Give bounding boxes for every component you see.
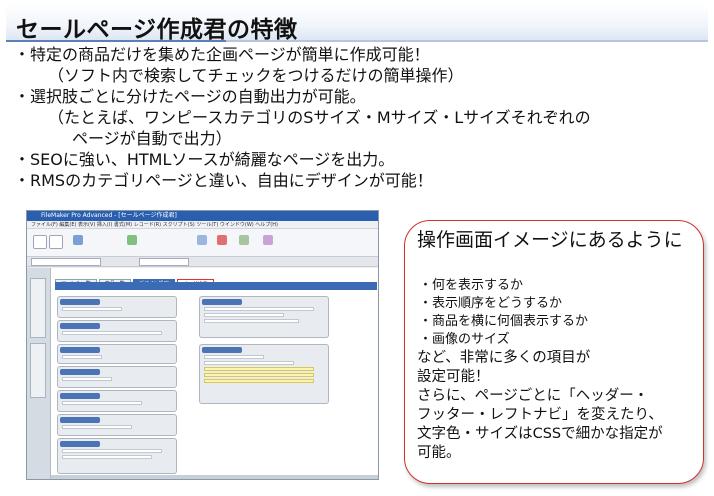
sidebar-tab: [30, 343, 46, 398]
window-title-bar: FileMaker Pro Advanced - [セールページ作成君]: [27, 211, 378, 221]
settings-panel: [57, 438, 177, 474]
callout-line: 可能。: [417, 445, 461, 461]
forward-button: [49, 235, 63, 249]
feature-subtext: （ソフト内で検索してチェックをつけるだけの簡単操作）: [48, 66, 464, 85]
app-body: ジャンル一覧商品一覧デザイン設定ページ出力: [27, 268, 378, 479]
panel-field: [62, 425, 132, 429]
settings-panel: [57, 414, 177, 436]
callout-item: ・商品を横に何個表示するか: [419, 314, 589, 329]
callout-box: 操作画面イメージにあるように ・何を表示するか ・表示順序をどうするか ・商品を…: [404, 220, 704, 484]
panel-field: [62, 331, 162, 335]
panel-header: [202, 347, 242, 353]
toolbar: [27, 229, 378, 257]
feature-item: ・ 選択肢ごとに分けたページの自動出力が可能。 （たとえば、ワンピースカテゴリの…: [14, 86, 704, 149]
view-select: [139, 258, 189, 266]
callout-item: ・画像のサイズ: [419, 332, 510, 347]
panel-header: [202, 299, 242, 305]
delete-record-icon: [217, 235, 227, 245]
bullet-dot: ・: [14, 150, 31, 169]
panel-field-highlight: [204, 367, 314, 371]
settings-panel: [199, 296, 329, 338]
sidebar-tab: [30, 278, 46, 338]
panel-field: [204, 361, 294, 365]
feature-item: ・ RMSのカテゴリページと違い、自由にデザインが可能！: [14, 170, 704, 191]
feature-text: RMSのカテゴリページと違い、自由にデザインが可能！: [30, 171, 433, 190]
panel-header: [60, 347, 100, 353]
find-icon: [239, 235, 249, 245]
feature-subtext: （たとえば、ワンピースカテゴリのSサイズ・Mサイズ・Lサイズそれぞれの: [48, 108, 591, 127]
panel-field: [204, 313, 284, 317]
app-status-bar: [51, 475, 378, 479]
title-banner: セールページ作成君の特徴: [6, 4, 708, 43]
feature-item: ・ 特定の商品だけを集めた企画ページが簡単に作成可能！ （ソフト内で検索してチェ…: [14, 44, 704, 86]
panel-field: [62, 449, 162, 453]
sort-icon: [263, 235, 273, 245]
feature-text: 特定の商品だけを集めた企画ページが簡単に作成可能！: [30, 45, 430, 64]
panel-field-highlight: [204, 379, 314, 383]
panel-field: [62, 307, 122, 311]
panel-header: [60, 441, 100, 447]
settings-panel: [57, 366, 177, 388]
bullet-dot: ・: [14, 45, 31, 64]
record-icon: [73, 235, 83, 245]
panel-field: [62, 401, 142, 405]
callout-line: 文字色・サイズはCSSで細かな指定が: [417, 426, 663, 442]
panel-header: [60, 417, 100, 423]
feature-list: ・ 特定の商品だけを集めた企画ページが簡単に作成可能！ （ソフト内で検索してチェ…: [14, 44, 704, 191]
settings-panel: [57, 344, 177, 364]
panel-header: [60, 369, 100, 375]
panel-field: [204, 355, 264, 359]
panel-header: [60, 393, 100, 399]
panel-field: [62, 455, 152, 459]
callout-item: ・表示順序をどうするか: [419, 296, 563, 311]
panel-field: [204, 307, 314, 311]
callout-line: 設定可能！: [417, 369, 490, 385]
new-record-icon: [197, 235, 207, 245]
section-band: [55, 282, 377, 290]
feature-subtext: ページが自動で出力）: [72, 129, 232, 148]
callout-items: ・何を表示するか ・表示順序をどうするか ・商品を横に何個表示するか ・画像のサ…: [417, 277, 697, 349]
layout-status-bar: [27, 257, 378, 267]
callout-lead: 操作画面イメージにあるように: [417, 229, 683, 251]
settings-panel: [57, 390, 177, 412]
panel-header: [60, 299, 100, 305]
bullet-dot: ・: [14, 171, 31, 190]
callout-line: など、非常に多くの項目が: [417, 350, 591, 366]
settings-panel: [199, 344, 329, 404]
layout-select: [31, 258, 101, 266]
panel-header: [60, 323, 100, 329]
panel-field: [62, 355, 102, 359]
menu-bar: ファイル(F) 編集(E) 表示(V) 挿入(I) 書式(M) レコード(R) …: [27, 221, 378, 229]
app-screenshot: FileMaker Pro Advanced - [セールページ作成君] ファイ…: [26, 210, 379, 480]
feature-text: SEOに強い、HTMLソースが綺麗なページを出力。: [30, 150, 395, 169]
app-sidebar: [27, 268, 51, 479]
panel-field-highlight: [204, 373, 314, 377]
feature-text: 選択肢ごとに分けたページの自動出力が可能。: [30, 87, 366, 106]
panel-field: [62, 377, 112, 381]
feature-item: ・ SEOに強い、HTMLソースが綺麗なページを出力。: [14, 149, 704, 170]
back-button: [33, 235, 47, 249]
callout-line: さらに、ページごとに「ヘッダー・: [417, 388, 649, 404]
settings-panel: [57, 296, 177, 318]
show-all-icon: [127, 235, 137, 245]
app-content: ジャンル一覧商品一覧デザイン設定ページ出力: [51, 268, 378, 479]
callout-description: など、非常に多くの項目が 設定可能！ さらに、ページごとに「ヘッダー・ フッター…: [417, 349, 701, 463]
callout-item: ・何を表示するか: [419, 278, 524, 293]
bullet-dot: ・: [14, 87, 31, 106]
page-title: セールページ作成君の特徴: [16, 17, 298, 43]
settings-panel: [57, 320, 177, 342]
app-tabs: ジャンル一覧商品一覧デザイン設定ページ出力: [55, 270, 216, 289]
panel-field: [204, 319, 299, 323]
callout-line: フッター・レフトナビ」を変えたり、: [417, 407, 663, 423]
